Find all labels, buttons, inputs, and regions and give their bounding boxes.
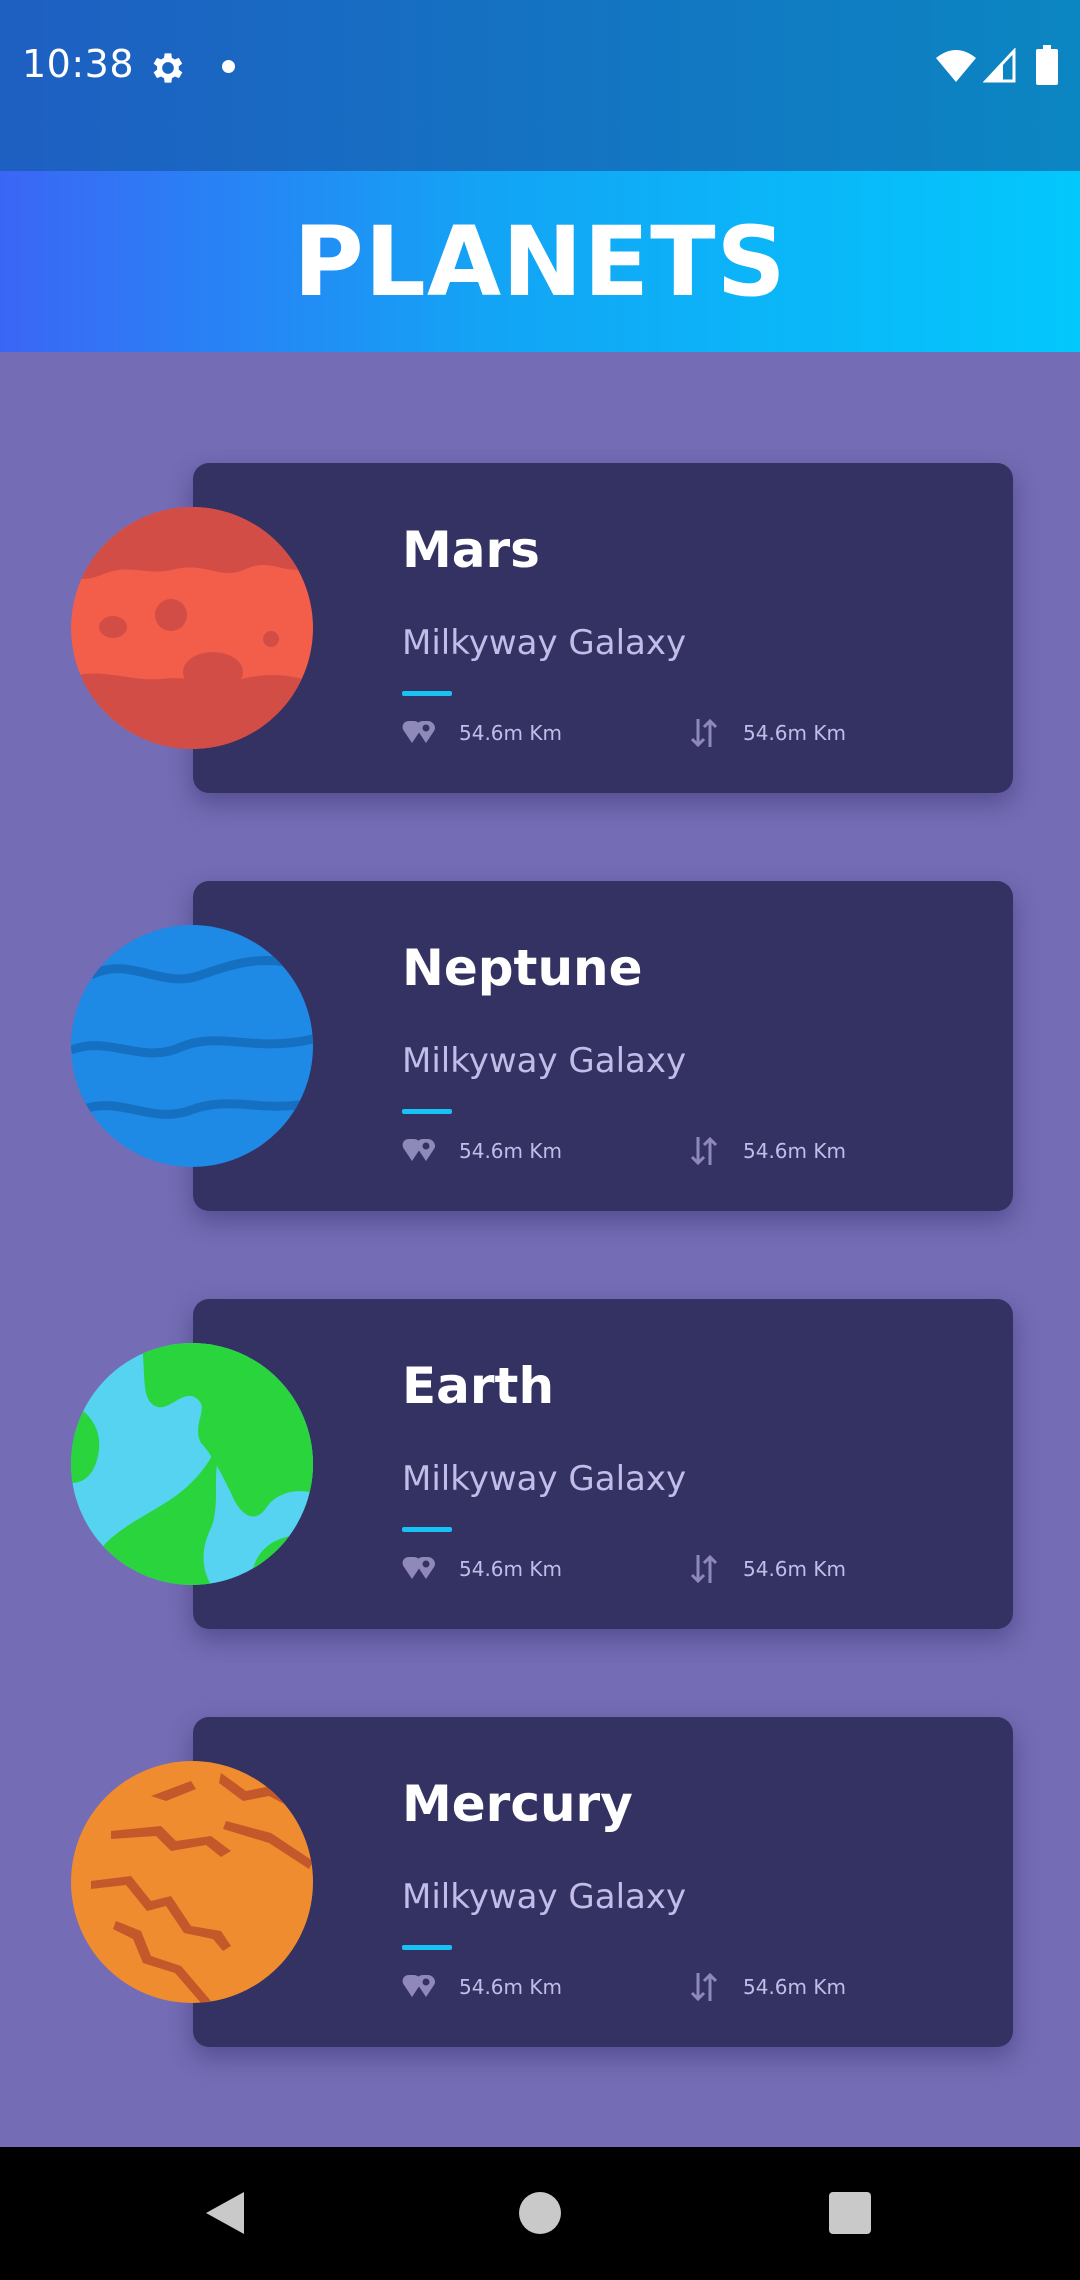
neptune-planet-image <box>71 925 313 1167</box>
distance-value: 54.6m Km <box>459 1139 562 1163</box>
gravity-arrows-icon <box>690 1554 718 1584</box>
card-background: Neptune Milkyway Galaxy 54.6m Km 54.6m K… <box>193 881 1013 1211</box>
gravity-arrows-icon <box>690 1136 718 1166</box>
accent-divider <box>402 1109 452 1114</box>
planet-card-mars[interactable]: Mars Milkyway Galaxy 54.6m Km 54.6m Km <box>0 463 1080 793</box>
page-title: PLANETS <box>293 205 787 318</box>
location-pin-icon <box>402 721 436 743</box>
card-background: Mercury Milkyway Galaxy 54.6m Km 54.6m K… <box>193 1717 1013 2047</box>
gravity-value: 54.6m Km <box>743 1975 846 1999</box>
home-icon[interactable] <box>519 2192 561 2234</box>
gravity-arrows-icon <box>690 718 718 748</box>
distance-value: 54.6m Km <box>459 721 562 745</box>
planet-name: Earth <box>402 1357 555 1415</box>
planet-name: Mercury <box>402 1775 633 1833</box>
battery-icon <box>1036 45 1058 85</box>
planet-galaxy: Milkyway Galaxy <box>402 1041 687 1081</box>
planet-card-neptune[interactable]: Neptune Milkyway Galaxy 54.6m Km 54.6m K… <box>0 881 1080 1211</box>
planet-list[interactable]: Mars Milkyway Galaxy 54.6m Km 54.6m Km N… <box>0 352 1080 2147</box>
gravity-value: 54.6m Km <box>743 1139 846 1163</box>
status-bar: 10:38 <box>0 0 1080 171</box>
back-icon[interactable] <box>204 2190 246 2236</box>
signal-icon <box>983 48 1016 83</box>
planet-name: Mars <box>402 521 540 579</box>
planet-galaxy: Milkyway Galaxy <box>402 1877 687 1917</box>
planet-galaxy: Milkyway Galaxy <box>402 623 687 663</box>
gear-icon <box>153 53 183 83</box>
earth-planet-image <box>71 1343 313 1585</box>
distance-value: 54.6m Km <box>459 1557 562 1581</box>
mercury-planet-image <box>71 1761 313 2003</box>
gravity-arrows-icon <box>690 1972 718 2002</box>
wifi-icon <box>936 50 976 82</box>
recents-icon[interactable] <box>829 2192 871 2234</box>
gravity-value: 54.6m Km <box>743 721 846 745</box>
planet-card-mercury[interactable]: Mercury Milkyway Galaxy 54.6m Km 54.6m K… <box>0 1717 1080 2047</box>
gravity-value: 54.6m Km <box>743 1557 846 1581</box>
card-background: Mars Milkyway Galaxy 54.6m Km 54.6m Km <box>193 463 1013 793</box>
notification-dot-icon <box>222 60 235 73</box>
status-time: 10:38 <box>22 42 135 86</box>
accent-divider <box>402 691 452 696</box>
location-pin-icon <box>402 1139 436 1161</box>
accent-divider <box>402 1527 452 1532</box>
accent-divider <box>402 1945 452 1950</box>
location-pin-icon <box>402 1557 436 1579</box>
app-bar: PLANETS <box>0 171 1080 352</box>
card-background: Earth Milkyway Galaxy 54.6m Km 54.6m Km <box>193 1299 1013 1629</box>
planet-name: Neptune <box>402 939 643 997</box>
location-pin-icon <box>402 1975 436 1997</box>
distance-value: 54.6m Km <box>459 1975 562 1999</box>
navigation-bar <box>0 2147 1080 2280</box>
planet-card-earth[interactable]: Earth Milkyway Galaxy 54.6m Km 54.6m Km <box>0 1299 1080 1629</box>
planet-galaxy: Milkyway Galaxy <box>402 1459 687 1499</box>
mars-planet-image <box>71 507 313 749</box>
